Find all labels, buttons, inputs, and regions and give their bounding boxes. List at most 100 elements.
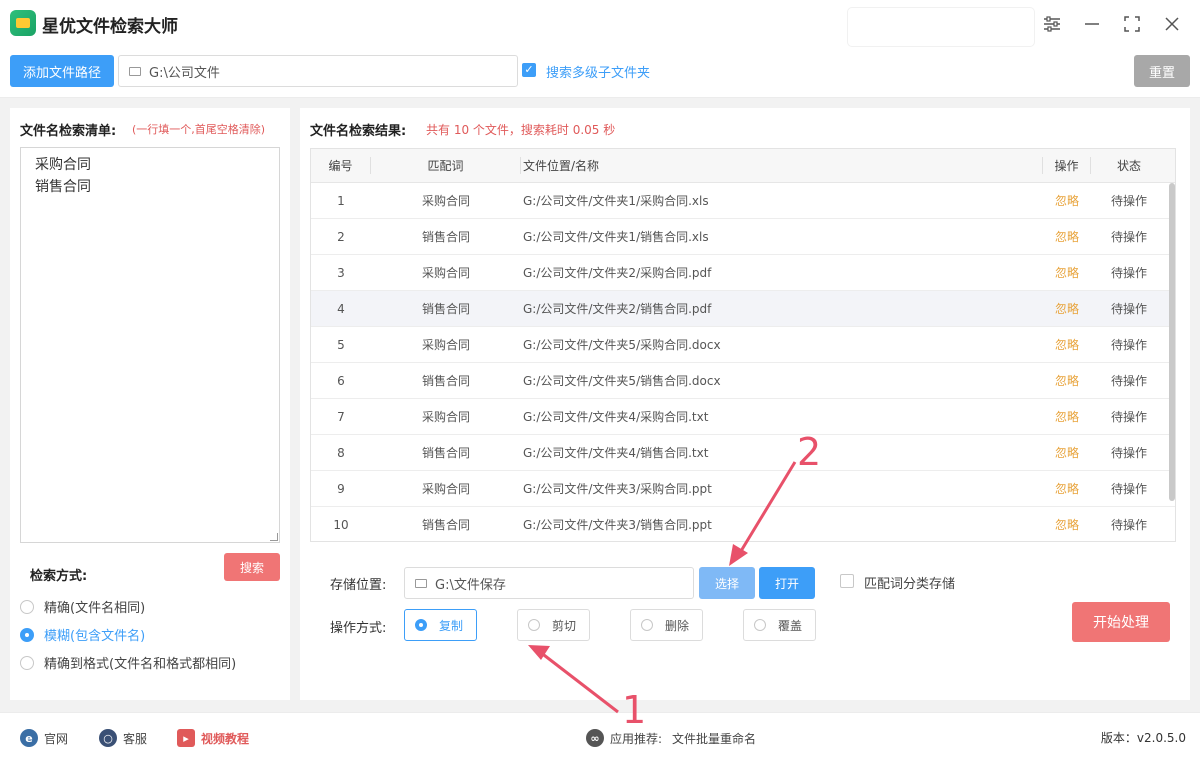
cell-path: G:/公司文件/文件夹4/销售合同.txt [523,446,709,460]
op-copy-option[interactable]: 复制 [404,609,477,641]
cell-status: 待操作 [1110,410,1147,424]
include-subfolders-checkbox[interactable]: ✓ [522,63,536,77]
cell-match: 采购合同 [421,482,470,496]
video-label: 视频教程 [201,731,250,746]
table-row-hovered[interactable]: 4 销售合同 G:/公司文件/文件夹2/销售合同.pdf 忽略 待操作 [311,291,1175,327]
cell-path: G:/公司文件/文件夹1/采购合同.xls [523,194,709,208]
keyword-list-hint: (一行填一个,首尾空格清除) [132,123,266,136]
toolbar: 添加文件路径 G:\公司文件 ✓ 搜索多级子文件夹 重置 [0,48,1200,98]
radio-selected-icon[interactable] [20,627,34,642]
annotation-number-2: 2 [797,430,822,474]
table-header: 编号 匹配词 文件位置/名称 操作 状态 [311,149,1175,183]
resize-handle-icon[interactable] [270,533,278,541]
table-row[interactable]: 5 采购合同 G:/公司文件/文件夹5/采购合同.docx 忽略 待操作 [311,327,1175,363]
op-delete-option[interactable]: 删除 [630,609,703,641]
ignore-link[interactable]: 忽略 [1043,300,1091,317]
ie-icon: e [20,729,38,747]
cell-no: 4 [337,301,345,316]
settings-icon[interactable] [1040,12,1064,36]
operation-label: 操作方式: [330,621,387,636]
table-row[interactable]: 3 采购合同 G:/公司文件/文件夹2/采购合同.pdf 忽略 待操作 [311,255,1175,291]
keyword-textarea[interactable]: 采购合同 销售合同 [20,147,280,543]
classify-checkbox[interactable] [840,574,854,588]
add-path-button[interactable]: 添加文件路径 [10,55,114,87]
ignore-link[interactable]: 忽略 [1043,444,1091,461]
mode-fuzzy-option[interactable]: 模糊(包含文件名) [20,625,145,644]
maximize-icon[interactable] [1120,12,1144,36]
table-scrollbar[interactable] [1169,183,1175,501]
storage-path-value: G:\文件保存 [435,577,506,593]
app-title: 星优文件检索大师 [42,17,178,37]
cell-no: 3 [337,265,345,280]
video-icon: ▸ [177,729,195,747]
mode-fuzzy-label: 模糊(包含文件名) [44,629,146,644]
results-summary: 共有 10 个文件，搜索耗时 0.05 秒 [426,123,616,137]
reset-button[interactable]: 重置 [1134,55,1190,87]
ignore-link[interactable]: 忽略 [1043,264,1091,281]
storage-label: 存储位置: [330,578,387,593]
open-folder-button[interactable]: 打开 [759,567,815,599]
radio-icon[interactable] [20,599,34,614]
storage-path-field[interactable]: G:\文件保存 [404,567,694,599]
op-copy-label: 复制 [439,618,464,633]
website-link[interactable]: e 官网 [20,729,68,747]
cell-match: 采购合同 [421,194,470,208]
table-row[interactable]: 10 销售合同 G:/公司文件/文件夹3/销售合同.ppt 忽略 待操作 [311,507,1175,541]
app-logo-icon [10,10,36,36]
ignore-link[interactable]: 忽略 [1043,480,1091,497]
ignore-link[interactable]: 忽略 [1043,516,1091,533]
recommend-prefix: 应用推荐: [610,731,663,746]
cell-path: G:/公司文件/文件夹1/销售合同.xls [523,230,709,244]
ignore-link[interactable]: 忽略 [1043,372,1091,389]
cell-status: 待操作 [1110,518,1147,532]
ignore-link[interactable]: 忽略 [1043,336,1091,353]
radio-icon[interactable] [20,655,34,670]
cell-match: 采购合同 [421,266,470,280]
support-link[interactable]: ○ 客服 [99,729,147,747]
include-subfolders-label[interactable]: 搜索多级子文件夹 [546,62,650,81]
table-row[interactable]: 6 销售合同 G:/公司文件/文件夹5/销售合同.docx 忽略 待操作 [311,363,1175,399]
cell-path: G:/公司文件/文件夹2/采购合同.pdf [523,266,712,280]
col-header-action: 操作 [1043,157,1091,174]
search-button[interactable]: 搜索 [224,553,280,581]
ignore-link[interactable]: 忽略 [1043,192,1091,209]
version-label: 版本：v2.0.5.0 [1100,731,1186,745]
recommend-area: ∞ 应用推荐: 文件批量重命名 [586,729,756,747]
start-process-button[interactable]: 开始处理 [1072,602,1170,642]
source-path-value: G:\公司文件 [149,65,220,81]
table-row[interactable]: 7 采购合同 G:/公司文件/文件夹4/采购合同.txt 忽略 待操作 [311,399,1175,435]
title-blank-area [848,8,1034,46]
op-cut-label: 剪切 [552,618,577,633]
close-icon[interactable] [1160,12,1184,36]
op-cut-option[interactable]: 剪切 [517,609,590,641]
minimize-icon[interactable] [1080,12,1104,36]
cell-match: 采购合同 [421,338,470,352]
col-header-status: 状态 [1116,159,1141,173]
ignore-link[interactable]: 忽略 [1043,228,1091,245]
recommend-app-link[interactable]: 文件批量重命名 [672,730,756,747]
radio-selected-icon [415,619,427,631]
table-row[interactable]: 9 采购合同 G:/公司文件/文件夹3/采购合同.ppt 忽略 待操作 [311,471,1175,507]
cell-path: G:/公司文件/文件夹3/采购合同.ppt [523,482,712,496]
op-overwrite-option[interactable]: 覆盖 [743,609,816,641]
table-row[interactable]: 2 销售合同 G:/公司文件/文件夹1/销售合同.xls 忽略 待操作 [311,219,1175,255]
choose-folder-button[interactable]: 选择 [699,567,755,599]
cell-path: G:/公司文件/文件夹5/采购合同.docx [523,338,721,352]
keyword-list-title: 文件名检索清单: [20,124,117,139]
ignore-link[interactable]: 忽略 [1043,408,1091,425]
video-tutorial-link[interactable]: ▸ 视频教程 [177,729,249,747]
chat-icon: ○ [99,729,117,747]
classify-label[interactable]: 匹配词分类存储 [864,573,955,592]
cell-path: G:/公司文件/文件夹5/销售合同.docx [523,374,721,388]
source-path-field[interactable]: G:\公司文件 [118,55,518,87]
table-row[interactable]: 1 采购合同 G:/公司文件/文件夹1/采购合同.xls 忽略 待操作 [311,183,1175,219]
col-header-match: 匹配词 [371,157,521,174]
cell-no: 5 [337,337,345,352]
website-label: 官网 [44,731,69,746]
footer: e 官网 ○ 客服 ▸ 视频教程 ∞ 应用推荐: 文件批量重命名 版本：v2.0… [0,712,1200,760]
mode-exact-option[interactable]: 精确(文件名相同) [20,597,145,616]
mode-exact-format-option[interactable]: 精确到格式(文件名和格式都相同) [20,653,236,672]
cell-match: 销售合同 [421,374,470,388]
cell-no: 6 [337,373,345,388]
table-row[interactable]: 8 销售合同 G:/公司文件/文件夹4/销售合同.txt 忽略 待操作 [311,435,1175,471]
